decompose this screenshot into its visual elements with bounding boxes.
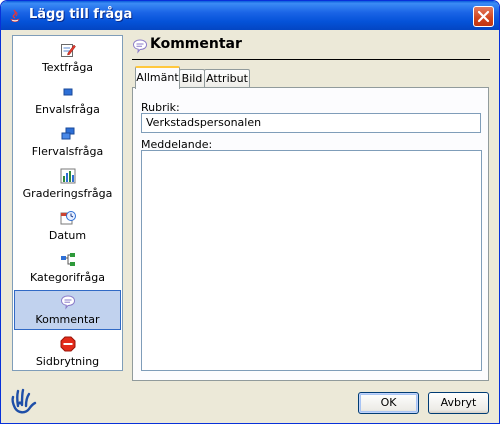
question-type-label: Kategorifråga: [30, 271, 105, 284]
tab-attribut[interactable]: Attribut: [204, 69, 250, 88]
question-type-item-kommentar[interactable]: Kommentar: [14, 290, 121, 330]
question-type-label: Kommentar: [35, 313, 100, 326]
dialog-window: Lägg till fråga Textfråga Envalsfråga Fl…: [0, 0, 500, 424]
cancel-button[interactable]: Avbryt: [428, 392, 489, 414]
dialog-body: Textfråga Envalsfråga Flervalsfråga Grad…: [4, 30, 496, 422]
comment-bubble-icon: [132, 39, 148, 54]
panel-title: Kommentar: [150, 36, 242, 52]
tab-bild[interactable]: Bild: [179, 69, 205, 88]
question-type-label: Datum: [48, 229, 87, 242]
question-type-item-flervalsfraga[interactable]: Flervalsfråga: [14, 122, 121, 162]
question-type-label: Sidbrytning: [35, 355, 100, 368]
comment-bubble-icon: [60, 295, 76, 310]
question-type-item-sidbrytning[interactable]: Sidbrytning: [14, 332, 121, 372]
clock-icon: [60, 211, 76, 225]
category-tree-icon: [61, 253, 75, 266]
rubrik-field[interactable]: Verkstadspersonalen: [141, 113, 481, 133]
multi-choice-icon: [61, 127, 75, 140]
question-type-label: Textfråga: [41, 61, 94, 74]
app-logo-hand-icon: [11, 388, 37, 414]
question-type-item-datum[interactable]: Datum: [14, 206, 121, 246]
ok-button[interactable]: OK: [358, 392, 419, 414]
question-type-item-envalsfraga[interactable]: Envalsfråga: [14, 80, 121, 120]
close-icon: [477, 10, 490, 23]
java-app-icon: [10, 9, 20, 23]
tab-content-allmant: Rubrik: Verkstadspersonalen Meddelande:: [132, 87, 489, 381]
tab-allmant[interactable]: Allmänt: [135, 66, 180, 89]
close-button[interactable]: [473, 6, 494, 27]
stop-sign-icon: [60, 336, 76, 352]
question-type-list[interactable]: Textfråga Envalsfråga Flervalsfråga Grad…: [12, 35, 123, 371]
question-type-item-kategorifraga[interactable]: Kategorifråga: [14, 248, 121, 288]
single-choice-icon: [63, 88, 73, 96]
question-type-item-graderingsfraga[interactable]: Graderingsfråga: [14, 164, 121, 204]
question-type-label: Envalsfråga: [35, 103, 100, 116]
title-bar[interactable]: Lägg till fråga: [1, 1, 499, 30]
header-divider: [132, 59, 490, 60]
question-type-label: Graderingsfråga: [22, 187, 113, 200]
window-title: Lägg till fråga: [29, 7, 133, 22]
question-type-label: Flervalsfråga: [31, 145, 104, 158]
meddelande-textarea[interactable]: [141, 150, 482, 371]
question-type-item-textfraga[interactable]: Textfråga: [14, 38, 121, 78]
rating-chart-icon: [60, 168, 76, 184]
text-edit-icon: [61, 44, 76, 57]
